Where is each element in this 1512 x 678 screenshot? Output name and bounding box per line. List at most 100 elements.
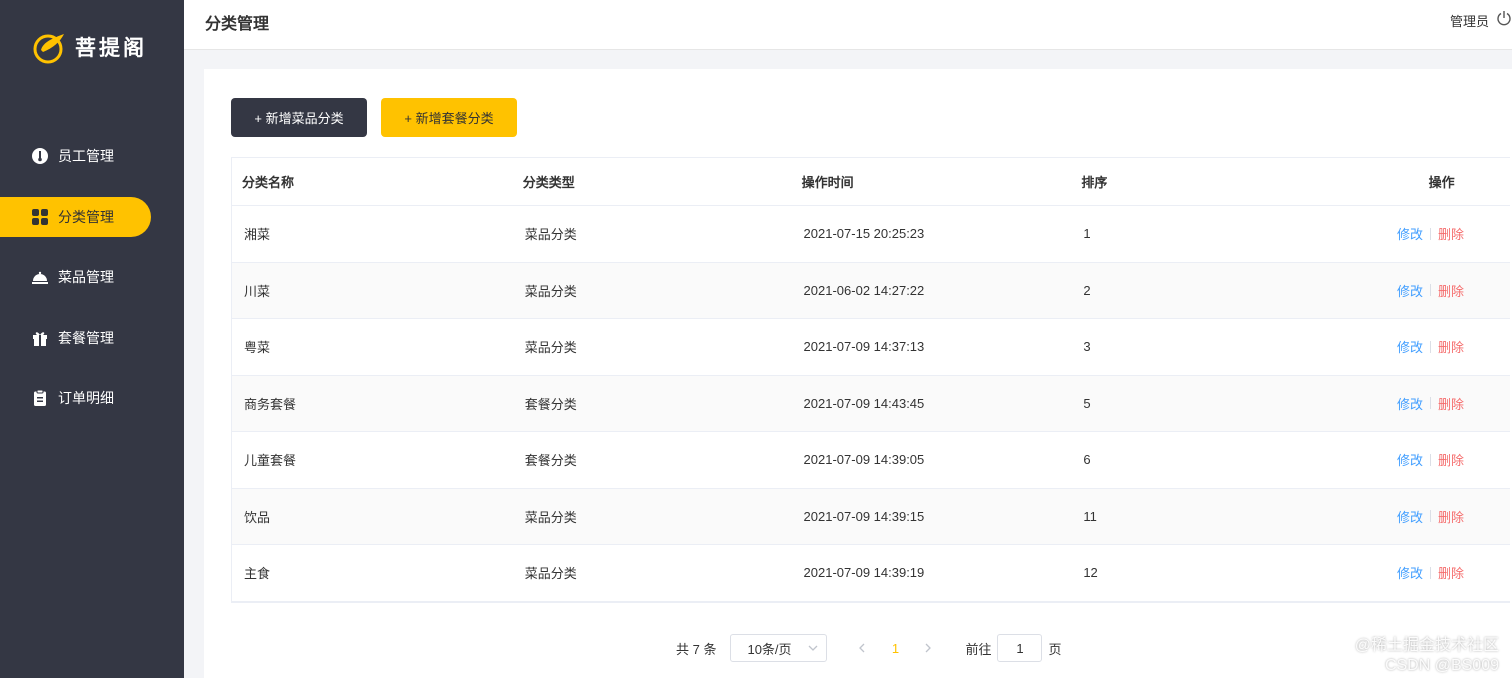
chevron-right-icon bbox=[926, 643, 932, 653]
cell-sort: 1 bbox=[1083, 226, 1091, 242]
sidebar-item-combo[interactable]: 套餐管理 bbox=[0, 318, 184, 358]
sidebar: 菩提阁 员工管理 分类管理 菜品管理 套餐管理 订单明细 bbox=[0, 0, 184, 678]
cell-actions: 修改 删除 bbox=[1343, 563, 1510, 582]
cell-sort: 2 bbox=[1083, 282, 1091, 298]
delete-button[interactable]: 删除 bbox=[1438, 281, 1464, 300]
edit-button[interactable]: 修改 bbox=[1397, 450, 1423, 469]
cell-type: 菜品分类 bbox=[524, 340, 577, 356]
page-size-value: 10条/页 bbox=[747, 641, 792, 657]
column-header-actions: 操作 bbox=[1428, 175, 1455, 190]
watermark: @稀土掘金技术社区 CSDN @BS009 bbox=[1355, 636, 1499, 676]
sidebar-item-category[interactable]: 分类管理 bbox=[0, 196, 151, 237]
logo-icon bbox=[33, 34, 64, 64]
column-header-name: 分类名称 bbox=[242, 175, 295, 190]
header: 分类管理 管理员 bbox=[184, 0, 1512, 50]
delete-button[interactable]: 删除 bbox=[1438, 450, 1464, 469]
category-icon bbox=[31, 208, 49, 226]
cell-name: 湘菜 bbox=[244, 227, 271, 243]
column-header-sort: 排序 bbox=[1081, 175, 1108, 190]
goto-label: 前往 bbox=[965, 641, 992, 657]
cell-time: 2021-07-09 14:43:45 bbox=[803, 395, 925, 411]
add-combo-category-button[interactable]: + 新增套餐分类 bbox=[381, 98, 517, 137]
table-row: 粤菜 菜品分类 2021-07-09 14:37:13 3 修改 删除 bbox=[232, 319, 1510, 376]
action-divider bbox=[1429, 510, 1431, 523]
cell-actions: 修改 删除 bbox=[1343, 224, 1510, 243]
action-divider bbox=[1429, 227, 1431, 240]
table-row: 饮品 菜品分类 2021-07-09 14:39:15 11 修改 删除 bbox=[232, 488, 1510, 545]
cell-type: 套餐分类 bbox=[524, 396, 577, 412]
pagination-total: 共 7 条 bbox=[676, 641, 717, 657]
action-divider bbox=[1429, 284, 1431, 297]
sidebar-item-label: 套餐管理 bbox=[58, 329, 114, 346]
table-row: 儿童套餐 套餐分类 2021-07-09 14:39:05 6 修改 删除 bbox=[232, 432, 1510, 489]
category-table: 分类名称 分类类型 操作时间 排序 操作 湘菜 菜品分类 2021-07-15 … bbox=[231, 157, 1510, 603]
add-dish-category-button[interactable]: + 新增菜品分类 bbox=[231, 98, 367, 137]
cell-type: 菜品分类 bbox=[524, 566, 577, 582]
page-size-select[interactable]: 10条/页 bbox=[730, 634, 828, 662]
delete-button[interactable]: 删除 bbox=[1438, 507, 1464, 526]
goto-page-input[interactable] bbox=[997, 634, 1043, 662]
cell-name: 川菜 bbox=[244, 283, 271, 299]
delete-button[interactable]: 删除 bbox=[1438, 337, 1464, 356]
cell-type: 套餐分类 bbox=[524, 453, 577, 469]
combo-gift-icon bbox=[31, 329, 49, 347]
action-divider bbox=[1429, 340, 1431, 353]
cell-name: 主食 bbox=[244, 566, 271, 582]
next-page-button[interactable] bbox=[913, 634, 943, 662]
sidebar-item-label: 订单明细 bbox=[58, 390, 114, 406]
sidebar-item-employee[interactable]: 员工管理 bbox=[0, 136, 184, 176]
sidebar-item-label: 员工管理 bbox=[58, 148, 114, 164]
cell-sort: 3 bbox=[1083, 339, 1091, 355]
page-suffix: 页 bbox=[1048, 641, 1062, 657]
cell-name: 饮品 bbox=[244, 509, 271, 525]
edit-button[interactable]: 修改 bbox=[1397, 394, 1423, 413]
employee-icon bbox=[31, 147, 49, 165]
page-title: 分类管理 bbox=[205, 16, 270, 33]
edit-button[interactable]: 修改 bbox=[1397, 563, 1423, 582]
chevron-left-icon bbox=[859, 643, 865, 653]
sidebar-item-order[interactable]: 订单明细 bbox=[0, 378, 184, 418]
table-row: 川菜 菜品分类 2021-06-02 14:27:22 2 修改 删除 bbox=[232, 262, 1510, 319]
prev-page-button[interactable] bbox=[847, 634, 877, 662]
logo[interactable]: 菩提阁 bbox=[33, 30, 147, 64]
cell-sort: 12 bbox=[1083, 565, 1098, 581]
sidebar-menu: 员工管理 分类管理 菜品管理 套餐管理 订单明细 bbox=[0, 136, 184, 439]
edit-button[interactable]: 修改 bbox=[1397, 337, 1423, 356]
table-row: 商务套餐 套餐分类 2021-07-09 14:43:45 5 修改 删除 bbox=[232, 375, 1510, 432]
edit-button[interactable]: 修改 bbox=[1397, 224, 1423, 243]
logout-power-icon[interactable] bbox=[1496, 10, 1512, 26]
sidebar-item-dish[interactable]: 菜品管理 bbox=[0, 257, 184, 297]
cell-time: 2021-07-15 20:25:23 bbox=[803, 226, 925, 242]
cell-time: 2021-07-09 14:39:05 bbox=[803, 452, 925, 468]
cell-time: 2021-07-09 14:39:15 bbox=[803, 508, 925, 524]
cell-actions: 修改 删除 bbox=[1343, 394, 1510, 413]
dish-icon bbox=[31, 268, 49, 286]
user-name[interactable]: 管理员 bbox=[1450, 11, 1489, 30]
cell-actions: 修改 删除 bbox=[1343, 450, 1510, 469]
cell-sort: 6 bbox=[1083, 452, 1091, 468]
cell-actions: 修改 删除 bbox=[1343, 337, 1510, 356]
watermark-line-2: CSDN @BS009 bbox=[1384, 657, 1499, 674]
brand-name: 菩提阁 bbox=[75, 37, 147, 60]
delete-button[interactable]: 删除 bbox=[1438, 224, 1464, 243]
edit-button[interactable]: 修改 bbox=[1397, 281, 1423, 300]
edit-button[interactable]: 修改 bbox=[1397, 507, 1423, 526]
delete-button[interactable]: 删除 bbox=[1438, 563, 1464, 582]
delete-button[interactable]: 删除 bbox=[1438, 394, 1464, 413]
cell-time: 2021-07-09 14:37:13 bbox=[803, 339, 925, 355]
table-row: 主食 菜品分类 2021-07-09 14:39:19 12 修改 删除 bbox=[232, 545, 1510, 602]
table-header: 分类名称 分类类型 操作时间 排序 操作 bbox=[232, 158, 1510, 206]
cell-type: 菜品分类 bbox=[524, 227, 577, 243]
page-number-current[interactable]: 1 bbox=[880, 634, 910, 662]
cell-sort: 11 bbox=[1083, 508, 1097, 524]
cell-time: 2021-07-09 14:39:19 bbox=[803, 565, 925, 581]
chevron-down-icon bbox=[809, 645, 818, 651]
watermark-line-1: @稀土掘金技术社区 bbox=[1354, 637, 1499, 654]
cell-name: 商务套餐 bbox=[244, 396, 297, 412]
action-divider bbox=[1429, 397, 1431, 410]
cell-type: 菜品分类 bbox=[524, 283, 577, 299]
column-header-type: 分类类型 bbox=[522, 175, 575, 190]
cell-sort: 5 bbox=[1083, 395, 1091, 411]
cell-name: 粤菜 bbox=[244, 340, 271, 356]
main-content: + 新增菜品分类 + 新增套餐分类 分类名称 分类类型 操作时间 排序 操作 湘… bbox=[204, 69, 1512, 678]
